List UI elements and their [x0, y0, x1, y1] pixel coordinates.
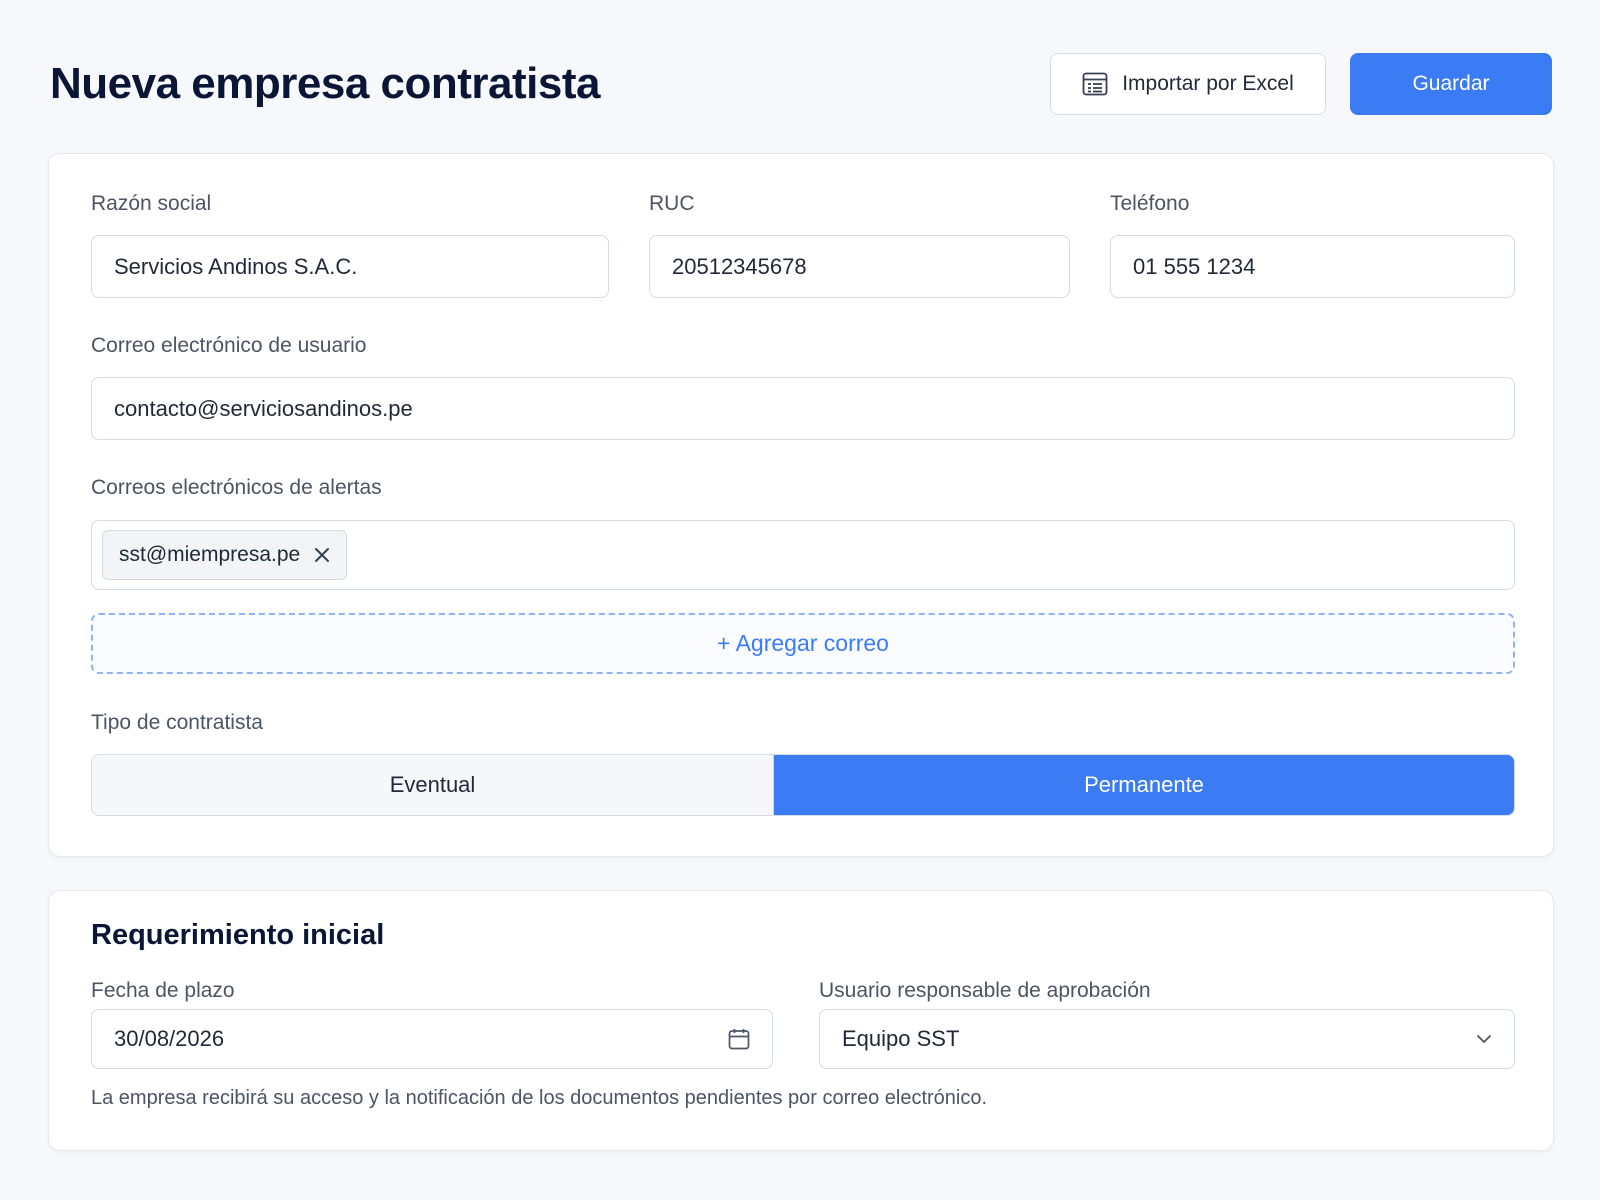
ruc-value: 20512345678	[672, 253, 807, 279]
correos-alertas-label: Correos electrónicos de alertas	[91, 476, 382, 499]
fecha-plazo-label: Fecha de plazo	[91, 979, 235, 1002]
option-eventual[interactable]: Eventual	[92, 755, 774, 815]
spreadsheet-icon	[1082, 72, 1108, 96]
option-permanente[interactable]: Permanente	[774, 755, 1514, 815]
chevron-down-icon	[1476, 1034, 1492, 1044]
correo-usuario-input[interactable]: contacto@serviciosandinos.pe	[91, 377, 1515, 440]
correo-usuario-value: contacto@serviciosandinos.pe	[114, 395, 413, 421]
usuario-responsable-select[interactable]: Equipo SST	[819, 1009, 1515, 1069]
correo-usuario-label: Correo electrónico de usuario	[91, 334, 367, 357]
fecha-plazo-value: 30/08/2026	[114, 1026, 225, 1051]
initial-requirement-card: Requerimiento inicial Fecha de plazo 30/…	[48, 890, 1554, 1151]
contractor-type-toggle: Eventual Permanente	[91, 754, 1515, 816]
add-email-button[interactable]: + Agregar correo	[91, 613, 1515, 674]
header-actions: Importar por Excel Guardar	[1050, 53, 1552, 115]
alert-emails-field[interactable]: sst@miempresa.pe	[91, 520, 1515, 590]
close-icon[interactable]	[314, 547, 330, 563]
tipo-contratista-label: Tipo de contratista	[91, 711, 263, 734]
section-title: Requerimiento inicial	[91, 919, 385, 951]
import-excel-button[interactable]: Importar por Excel	[1050, 53, 1326, 115]
telefono-input[interactable]: 01 555 1234	[1110, 235, 1515, 298]
helper-text: La empresa recibirá su acceso y la notif…	[91, 1087, 988, 1109]
save-button[interactable]: Guardar	[1350, 53, 1552, 115]
telefono-label: Teléfono	[1110, 192, 1190, 215]
razon-social-label: Razón social	[91, 192, 212, 215]
calendar-icon[interactable]	[728, 1028, 750, 1050]
email-chip: sst@miempresa.pe	[102, 530, 348, 580]
page-header: Nueva empresa contratista Importar por E…	[50, 52, 1552, 116]
ruc-label: RUC	[649, 192, 695, 215]
fecha-plazo-input[interactable]: 30/08/2026	[91, 1009, 773, 1069]
page-title: Nueva empresa contratista	[50, 59, 600, 108]
ruc-input[interactable]: 20512345678	[649, 235, 1070, 298]
import-excel-label: Importar por Excel	[1122, 72, 1294, 95]
razon-social-input[interactable]: Servicios Andinos S.A.C.	[91, 235, 609, 298]
company-form-card: Razón social Servicios Andinos S.A.C. RU…	[48, 153, 1554, 857]
email-chip-label: sst@miempresa.pe	[119, 543, 301, 566]
razon-social-value: Servicios Andinos S.A.C.	[114, 253, 358, 279]
telefono-value: 01 555 1234	[1133, 253, 1256, 279]
usuario-responsable-value: Equipo SST	[842, 1026, 960, 1051]
usuario-responsable-label: Usuario responsable de aprobación	[819, 979, 1151, 1002]
